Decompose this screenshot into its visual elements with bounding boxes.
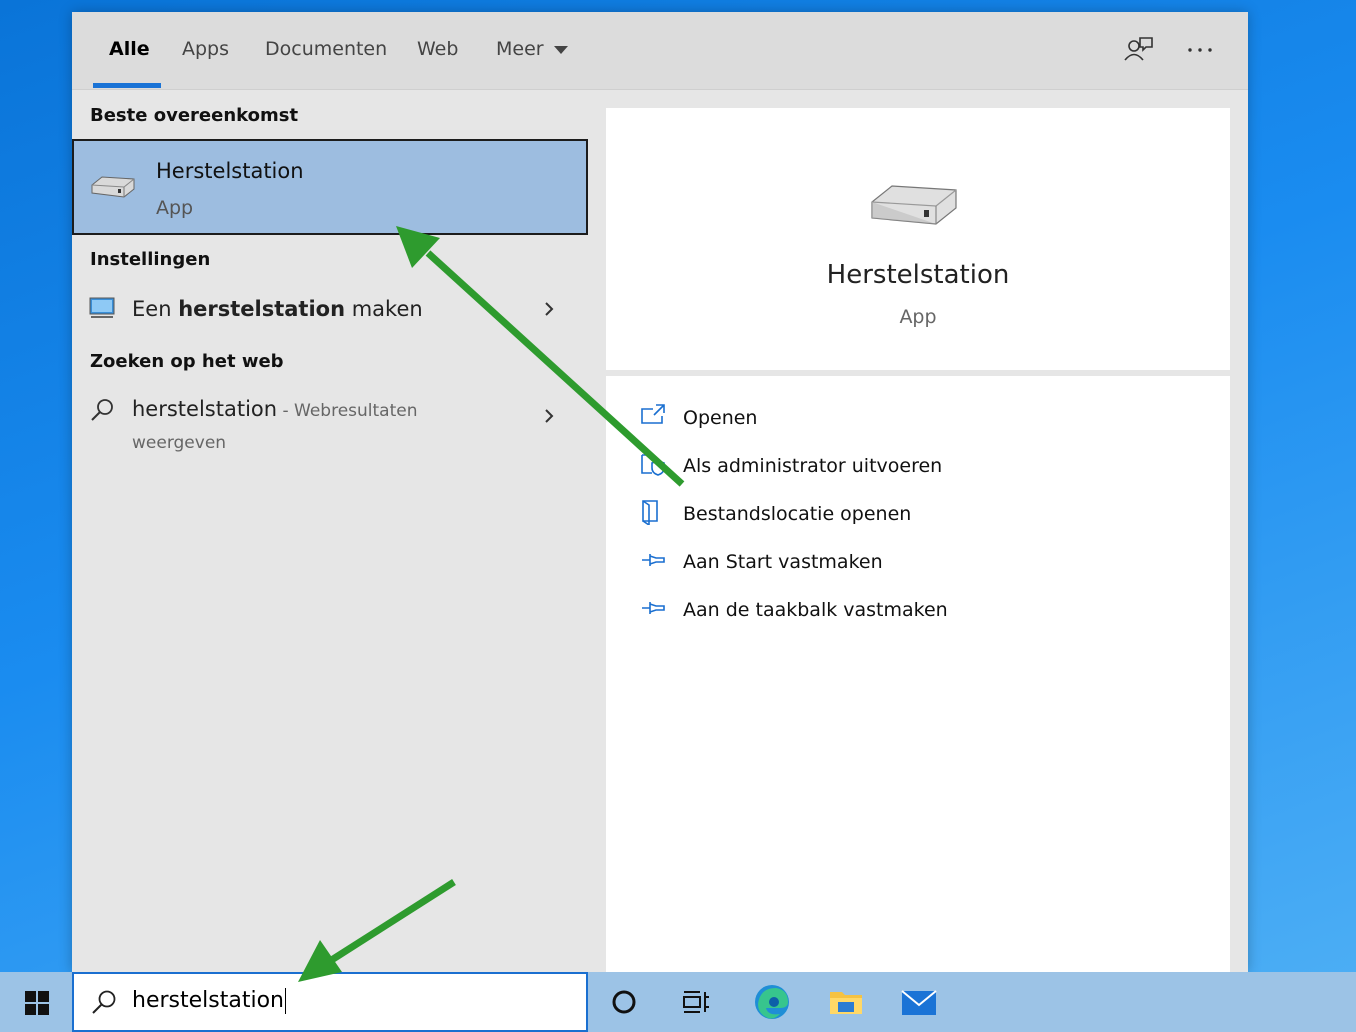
- tab-meer[interactable]: Meer: [496, 38, 568, 60]
- settings-result[interactable]: Een herstelstation maken: [72, 289, 588, 331]
- tab-apps[interactable]: Apps: [182, 38, 229, 60]
- web-result[interactable]: herstelstation - Webresultaten weergeven: [72, 389, 588, 473]
- text-cursor: [284, 988, 286, 1014]
- search-tabs: Alle Apps Documenten Web Meer: [72, 12, 1248, 90]
- taskbar-search-box[interactable]: herstelstation: [72, 972, 588, 1032]
- tab-meer-label: Meer: [496, 38, 544, 60]
- mail-icon[interactable]: [897, 980, 941, 1024]
- web-result-note: Webresultaten: [294, 401, 418, 421]
- action-open[interactable]: Openen: [640, 401, 1200, 435]
- action-file-location-label: Bestandslocatie openen: [683, 503, 912, 525]
- search-panel: Alle Apps Documenten Web Meer Beste over…: [72, 12, 1248, 972]
- pin-icon: [642, 554, 665, 566]
- active-tab-indicator: [93, 83, 161, 88]
- search-input[interactable]: herstelstation: [132, 988, 286, 1014]
- chevron-right-icon: [545, 302, 554, 316]
- web-result-separator: -: [277, 401, 295, 421]
- action-file-location[interactable]: Bestandslocatie openen: [640, 497, 1200, 531]
- monitor-icon: [89, 297, 115, 318]
- web-result-query: herstelstation: [132, 397, 278, 421]
- results-list: Beste overeenkomst Herstelstation App In…: [72, 89, 588, 972]
- tab-documenten[interactable]: Documenten: [265, 38, 387, 60]
- settings-result-bold: herstelstation: [178, 297, 346, 321]
- preview-header: Herstelstation App: [606, 108, 1230, 370]
- chevron-right-icon: [545, 409, 554, 423]
- preview-actions: Openen Als administrator uitvoeren Besta…: [606, 376, 1230, 972]
- action-pin-start-label: Aan Start vastmaken: [683, 551, 883, 573]
- feedback-icon[interactable]: [1122, 36, 1154, 64]
- tab-web[interactable]: Web: [417, 38, 458, 60]
- chevron-down-icon: [553, 45, 568, 54]
- best-match-result[interactable]: Herstelstation App: [72, 139, 588, 235]
- search-input-value: herstelstation: [132, 988, 284, 1013]
- preview-title: Herstelstation: [826, 260, 1010, 290]
- settings-result-label: Een herstelstation maken: [132, 297, 423, 321]
- drive-large-icon: [871, 185, 957, 225]
- pin-icon: [642, 602, 665, 614]
- section-web: Zoeken op het web: [90, 351, 284, 372]
- preview-subtitle: App: [899, 306, 937, 328]
- best-match-title: Herstelstation: [156, 159, 304, 183]
- drive-icon: [91, 176, 135, 198]
- section-settings: Instellingen: [90, 249, 211, 270]
- action-run-as-admin[interactable]: Als administrator uitvoeren: [640, 449, 1200, 483]
- search-icon: [91, 399, 113, 421]
- edge-browser-icon[interactable]: [750, 980, 794, 1024]
- shield-icon: [641, 454, 665, 476]
- cortana-icon[interactable]: [602, 980, 646, 1024]
- open-icon: [641, 404, 665, 424]
- web-result-label: herstelstation - Webresultaten: [132, 397, 418, 421]
- action-pin-start[interactable]: Aan Start vastmaken: [640, 545, 1200, 579]
- file-location-icon: [642, 500, 658, 525]
- best-match-subtitle: App: [156, 197, 194, 219]
- task-view-icon[interactable]: [674, 980, 718, 1024]
- search-icon: [92, 990, 116, 1014]
- action-open-label: Openen: [683, 407, 758, 429]
- settings-result-suffix: maken: [345, 297, 423, 321]
- windows-start-icon[interactable]: [24, 990, 50, 1016]
- web-result-note-line2: weergeven: [132, 433, 227, 453]
- more-options-icon[interactable]: [1184, 36, 1216, 64]
- action-pin-taskbar[interactable]: Aan de taakbalk vastmaken: [640, 593, 1200, 627]
- action-run-as-admin-label: Als administrator uitvoeren: [683, 455, 943, 477]
- action-pin-taskbar-label: Aan de taakbalk vastmaken: [683, 599, 948, 621]
- settings-result-prefix: Een: [132, 297, 179, 321]
- section-best-match: Beste overeenkomst: [90, 105, 299, 126]
- file-explorer-icon[interactable]: [824, 980, 868, 1024]
- tab-alle[interactable]: Alle: [109, 38, 150, 60]
